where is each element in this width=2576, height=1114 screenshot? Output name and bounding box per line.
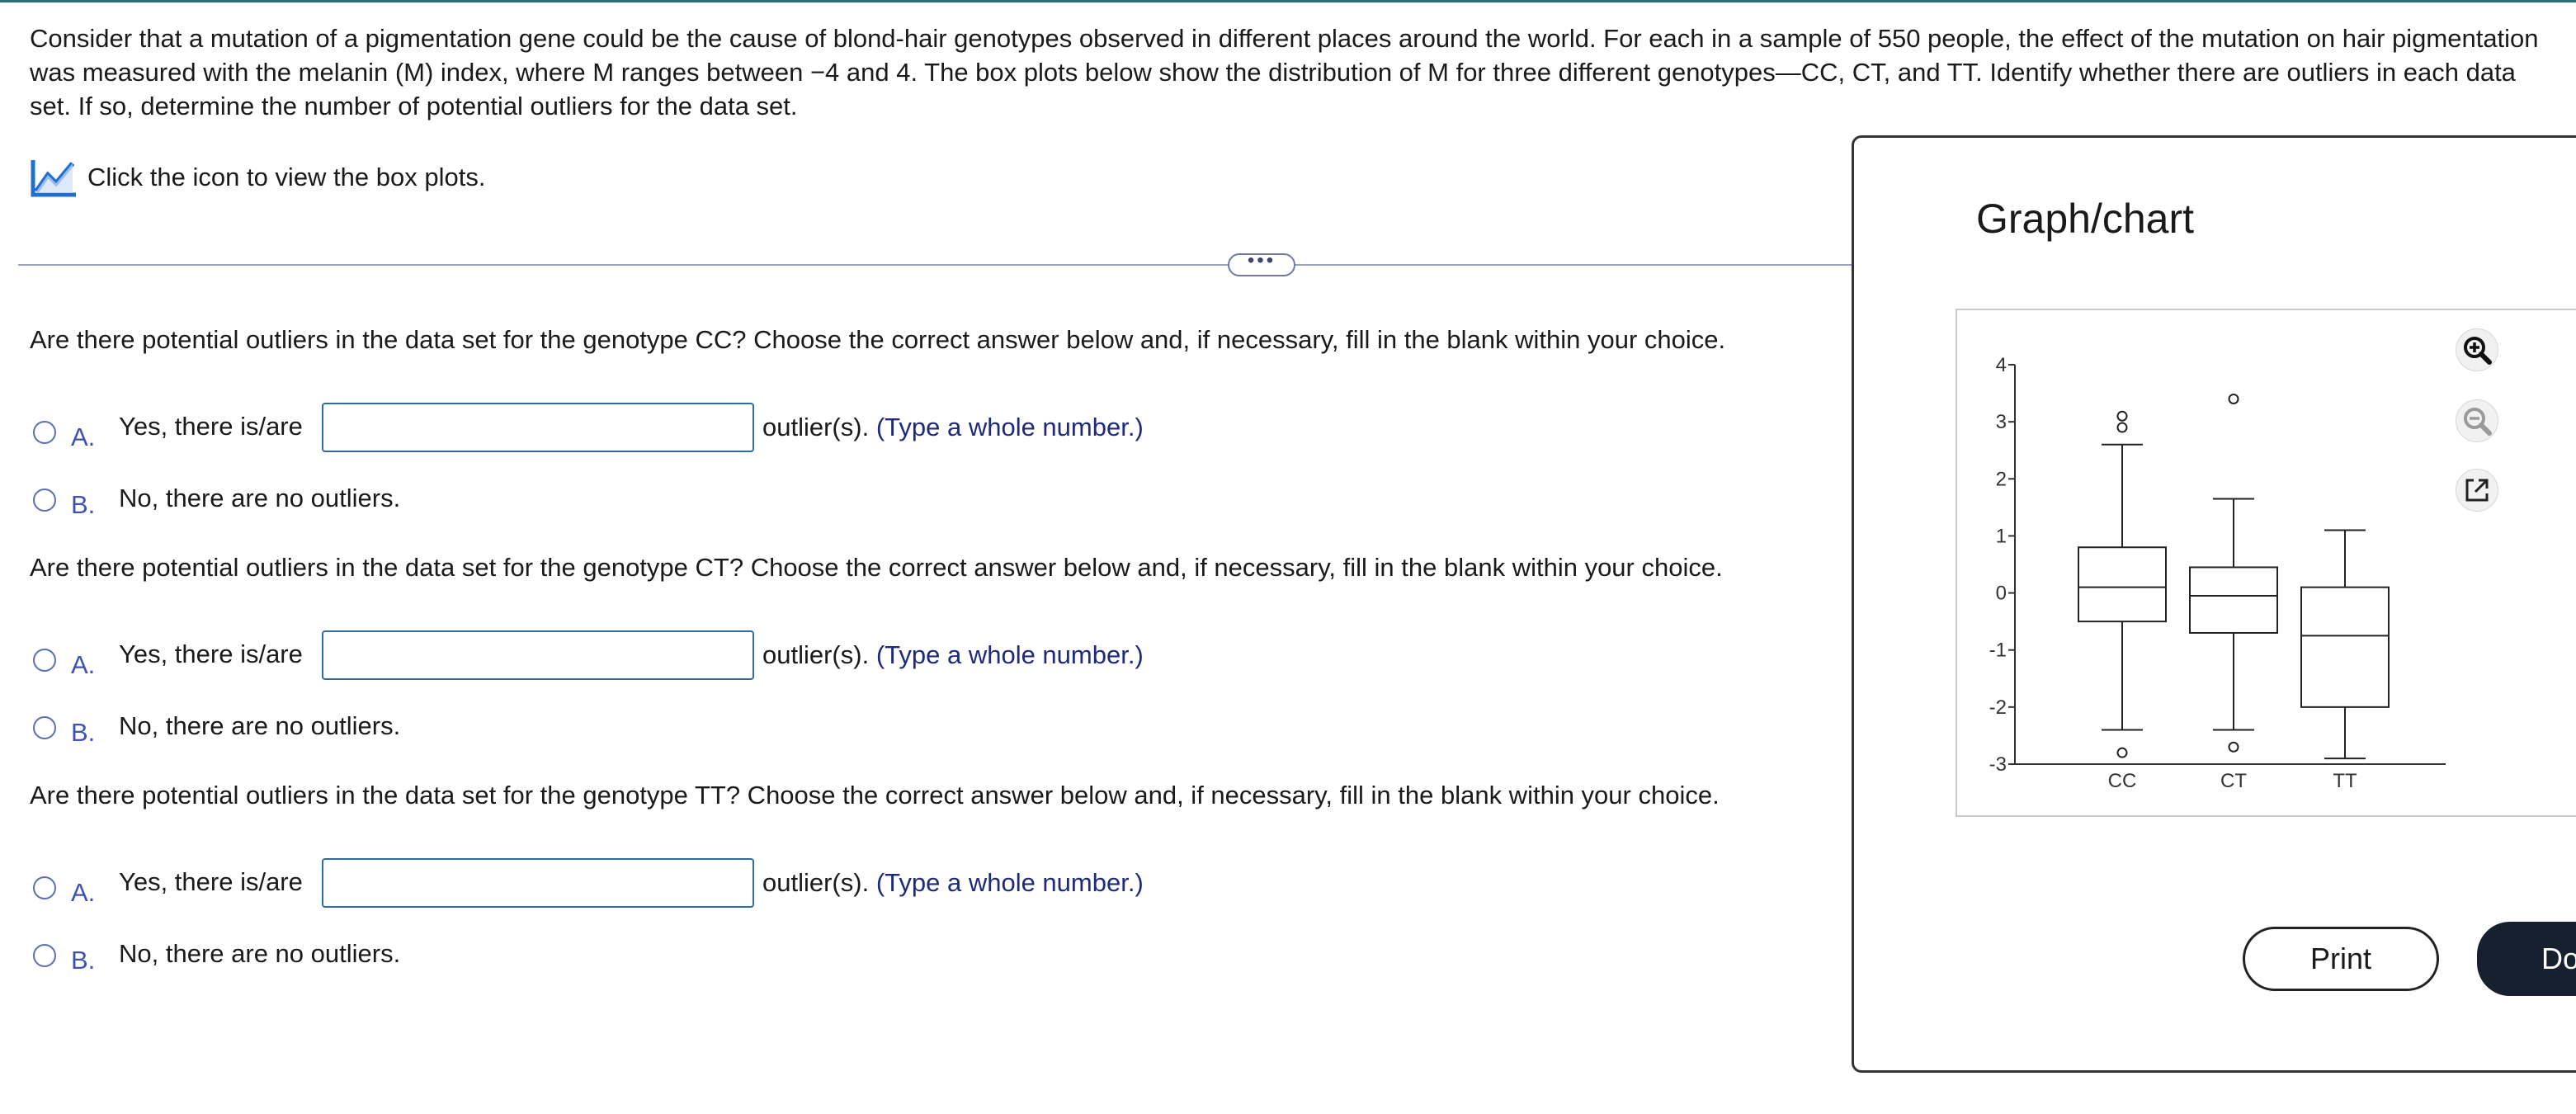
radio-a-cc[interactable] [33,421,56,444]
zoom-out-icon [2464,408,2492,436]
hint-ct: (Type a whole number.) [875,640,1144,669]
box-tt [2300,586,2390,708]
outliers-suffix-tt: outlier(s). [762,868,870,897]
print-button[interactable]: Print [2243,927,2439,991]
outlier-point-cc [2116,410,2128,422]
yes-text-cc: Yes, there is/are [119,412,303,441]
hint-cc: (Type a whole number.) [875,413,1144,441]
option-b-ct[interactable]: B. No, there are no outliers. [33,708,400,748]
radio-a-ct[interactable] [33,649,56,672]
letter-b-ct: B. [71,718,96,747]
section-divider [18,264,1858,266]
category-label-ct: CT [2220,770,2247,792]
category-label-tt: TT [2333,770,2357,792]
y-tick-label: 4 [1996,354,2007,376]
radio-a-tt[interactable] [33,876,56,899]
letter-a-ct: A. [71,650,96,679]
prompt-ct: Are there potential outliers in the data… [30,553,1723,582]
after-text-ct: outlier(s). (Type a whole number.) [762,640,1144,670]
outlier-point-cc [2116,747,2128,758]
no-text-tt: No, there are no outliers. [119,939,401,968]
panel-title: Graph/chart [1976,196,2195,242]
y-tick-label: 1 [1996,525,2007,547]
yes-text-ct: Yes, there is/are [119,640,303,668]
letter-a-tt: A. [71,878,96,907]
option-a-tt[interactable]: A. Yes, there is/are [33,867,303,908]
zoom-in-icon [2464,337,2492,365]
outlier-point-ct [2228,741,2239,753]
view-box-plots-label: Click the icon to view the box plots. [87,163,486,191]
no-text-cc: No, there are no outliers. [119,484,401,512]
outliers-suffix-ct: outlier(s). [762,640,870,669]
no-text-ct: No, there are no outliers. [119,711,401,740]
y-tick-label: 0 [1996,583,2007,605]
letter-b-cc: B. [71,490,96,519]
done-button[interactable]: Do [2477,922,2576,996]
top-accent-bar [0,0,2576,2]
letter-a-cc: A. [71,422,96,451]
yes-text-tt: Yes, there is/are [119,867,303,896]
y-tick-label: 3 [1996,411,2007,433]
expand-divider-button[interactable]: ••• [1228,251,1295,276]
y-tick-label: -1 [1989,640,2007,662]
outlier-count-input-ct[interactable] [322,630,754,680]
box-ct [2189,566,2278,634]
line-chart-icon[interactable] [30,157,78,198]
y-tick-label: -2 [1989,696,2007,719]
radio-b-tt[interactable] [33,944,56,967]
after-text-tt: outlier(s). (Type a whole number.) [762,868,1144,898]
outlier-count-input-cc[interactable] [322,403,754,452]
question-text: Consider that a mutation of a pigmentati… [30,24,2539,120]
radio-b-ct[interactable] [33,716,56,739]
outlier-point-cc [2116,422,2128,433]
prompt-tt: Are there potential outliers in the data… [30,781,1720,810]
popout-icon [2465,479,2489,502]
letter-b-tt: B. [71,946,96,975]
y-tick-label: 2 [1996,468,2007,490]
hint-tt: (Type a whole number.) [875,868,1144,897]
outliers-suffix-cc: outlier(s). [762,413,870,441]
option-b-tt[interactable]: B. No, there are no outliers. [33,936,400,975]
zoom-in-button[interactable] [2456,328,2498,371]
option-b-cc[interactable]: B. No, there are no outliers. [33,480,400,520]
view-box-plots-link[interactable]: Click the icon to view the box plots. [30,157,485,198]
box-plot-chart: -3 -2 -1 0 1 2 3 4 CC CT TT [1989,354,2446,792]
popout-button[interactable] [2456,469,2498,512]
outlier-count-input-tt[interactable] [322,858,754,908]
radio-b-cc[interactable] [33,489,56,512]
outlier-point-ct [2228,393,2239,404]
prompt-cc: Are there potential outliers in the data… [30,325,1726,354]
category-label-cc: CC [2108,770,2137,792]
after-text-cc: outlier(s). (Type a whole number.) [762,413,1144,442]
box-cc [2078,546,2167,623]
option-a-cc[interactable]: A. Yes, there is/are [33,412,303,452]
option-a-ct[interactable]: A. Yes, there is/are [33,640,303,680]
y-tick-label: -3 [1989,753,2007,776]
zoom-out-button[interactable] [2456,399,2498,442]
